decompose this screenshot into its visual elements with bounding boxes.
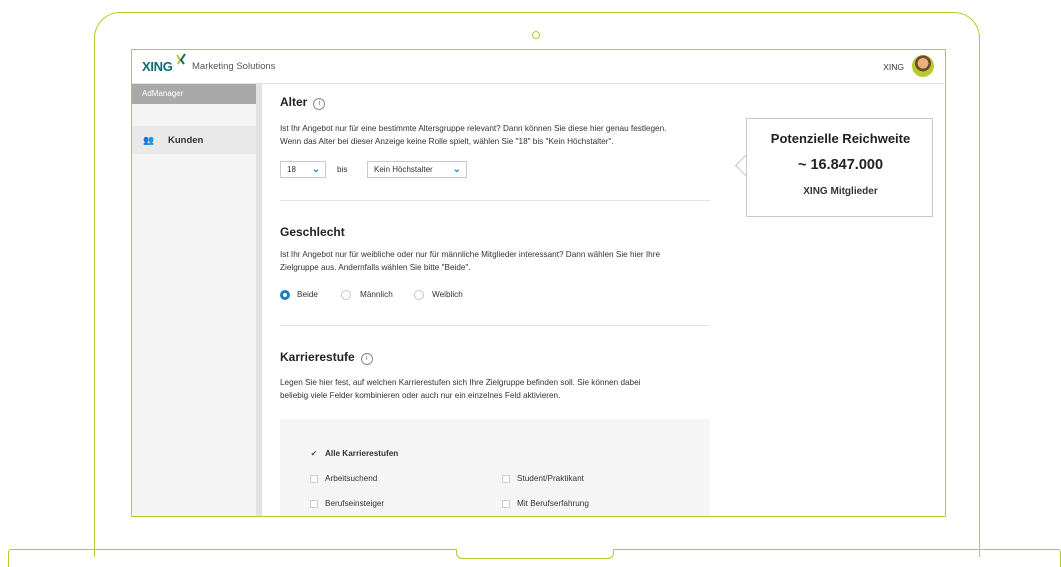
checkbox-label: Arbeitsuchend bbox=[325, 474, 378, 483]
alter-description: Ist Ihr Angebot nur für eine bestimmte A… bbox=[280, 124, 667, 146]
sidebar-item-label: Kunden bbox=[168, 135, 204, 146]
checkbox-label: Alle Karrierestufen bbox=[325, 449, 399, 458]
checkbox-berufserfahrung[interactable] bbox=[502, 500, 510, 508]
section-title-geschlecht: Geschlecht bbox=[280, 225, 345, 239]
camera-icon bbox=[532, 31, 540, 39]
divider bbox=[280, 200, 710, 201]
age-range-separator: bis bbox=[337, 165, 348, 174]
top-bar: XING Marketing Solutions XING bbox=[132, 50, 944, 84]
checkbox-label: Mit Berufserfahrung bbox=[517, 499, 589, 508]
reach-subtitle: XING Mitglieder bbox=[803, 186, 878, 197]
radio-label: Weiblich bbox=[432, 290, 463, 299]
checkbox-student[interactable] bbox=[502, 475, 510, 483]
reach-value: ~ 16.847.000 bbox=[797, 157, 884, 173]
divider bbox=[280, 325, 710, 326]
user-name[interactable]: XING bbox=[883, 62, 904, 72]
reach-box: Potenzielle Reichweite ~ 16.847.000 XING… bbox=[746, 118, 933, 217]
checkbox-arbeitsuchend[interactable] bbox=[310, 475, 318, 483]
sidebar-item-kunden[interactable]: 👥 Kunden bbox=[132, 126, 256, 154]
xing-logo[interactable]: XING bbox=[142, 59, 173, 74]
checkbox-alle[interactable]: ✔ bbox=[310, 450, 318, 458]
radio-label: Männlich bbox=[360, 290, 393, 299]
checkbox-label: Student/Praktikant bbox=[517, 474, 584, 483]
age-max-select[interactable]: Kein Höchstalter ⌄ bbox=[367, 161, 467, 178]
age-min-select[interactable]: 18 ⌄ bbox=[280, 161, 326, 178]
section-title-alter: Alter i bbox=[280, 95, 720, 110]
karriere-description: Legen Sie hier fest, auf welchen Karrier… bbox=[280, 378, 641, 400]
geschlecht-description: Ist Ihr Angebot nur für weibliche oder n… bbox=[280, 250, 661, 272]
chevron-down-icon: ⌄ bbox=[452, 164, 461, 175]
radio-label: Beide bbox=[297, 290, 318, 299]
scrollbar[interactable] bbox=[256, 84, 262, 516]
info-icon[interactable]: i bbox=[313, 98, 326, 110]
checkbox-label: Berufseinsteiger bbox=[325, 499, 385, 508]
xing-logo-icon bbox=[176, 53, 186, 65]
radio-maennlich[interactable] bbox=[341, 290, 351, 300]
section-alter: Alter i bbox=[280, 95, 720, 110]
info-icon[interactable]: i bbox=[360, 353, 373, 365]
sidebar: AdManager 👥 Kunden bbox=[132, 84, 257, 516]
checkbox-berufseinsteiger[interactable] bbox=[310, 500, 318, 508]
app-screen: XING Marketing Solutions XING AdManager … bbox=[131, 49, 946, 517]
brand-subtitle: Marketing Solutions bbox=[192, 61, 276, 72]
avatar[interactable] bbox=[912, 55, 934, 77]
reach-title: Potenzielle Reichweite bbox=[770, 131, 911, 146]
chevron-down-icon: ⌄ bbox=[311, 164, 320, 175]
sidebar-section-label: AdManager bbox=[142, 89, 184, 98]
section-title-karriere: Karrierestufe i bbox=[280, 350, 373, 365]
radio-weiblich[interactable] bbox=[414, 290, 424, 300]
sidebar-header: AdManager bbox=[132, 84, 256, 104]
laptop-notch bbox=[456, 549, 614, 559]
karriere-options-panel: ✔ Alle Karrierestufen Arbeitsuchend Stud… bbox=[280, 419, 710, 516]
users-icon: 👥 bbox=[143, 135, 155, 145]
radio-beide[interactable] bbox=[280, 290, 290, 300]
